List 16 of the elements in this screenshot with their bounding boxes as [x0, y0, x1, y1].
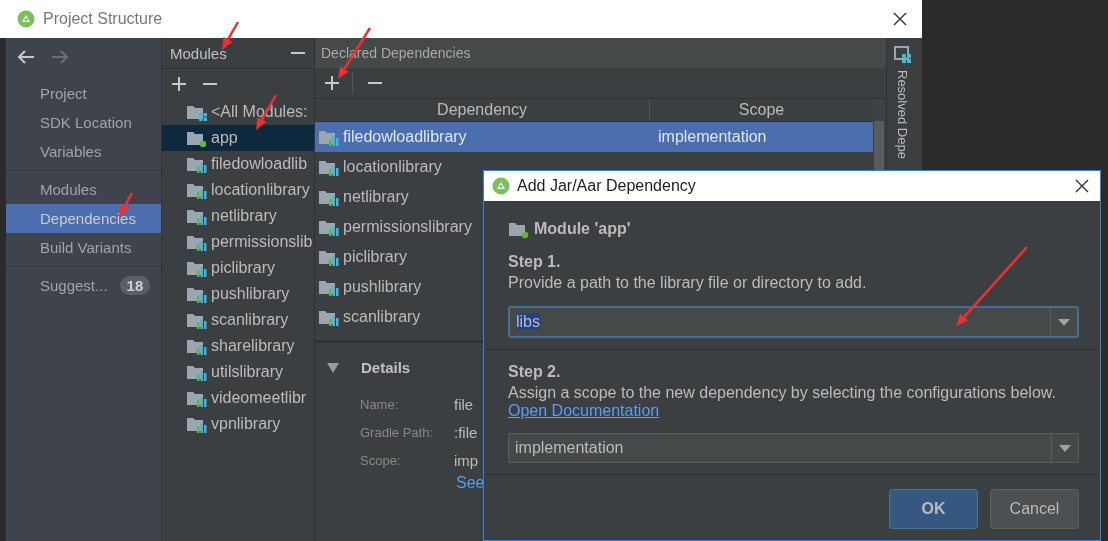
step-description: Assign a scope to the new dependency by selecting the configurations below.: [508, 384, 1057, 402]
count-badge: 18: [119, 276, 151, 295]
panel-title: Modules: [170, 44, 228, 62]
module-label: Module 'app': [534, 220, 631, 238]
window-title: Project Structure: [43, 10, 164, 28]
step-title: Step 1.: [508, 253, 562, 271]
field-value: file: [454, 395, 474, 413]
dialog-title: Add Jar/Aar Dependency: [517, 177, 697, 195]
field-value: imp: [454, 451, 479, 469]
section-title: Details: [361, 359, 411, 376]
field-label: Scope:: [360, 452, 402, 468]
step-description: Provide a path to the library file or directory to add.: [508, 274, 868, 292]
step-title: Step 2.: [508, 363, 562, 381]
field-label: Gradle Path:: [360, 424, 434, 440]
field-label: Name:: [360, 396, 400, 412]
field-value: :file: [454, 423, 478, 441]
